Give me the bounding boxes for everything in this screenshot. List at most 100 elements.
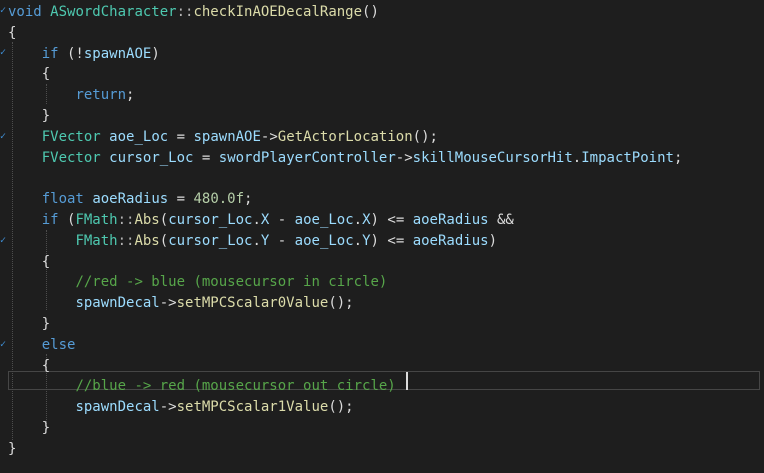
- code-token: ->: [395, 149, 413, 166]
- code-token: return: [75, 87, 127, 104]
- code-token: }: [8, 420, 51, 436]
- code-token: spawnAOE: [83, 45, 152, 62]
- code-line[interactable]: {: [0, 356, 764, 376]
- code-token: ();: [328, 295, 354, 312]
- code-token: Y: [362, 232, 371, 249]
- code-token: ();: [412, 128, 438, 145]
- code-token: .: [252, 232, 261, 249]
- code-token: {: [8, 357, 51, 374]
- code-line[interactable]: }: [0, 314, 764, 334]
- code-token: ) <=: [370, 212, 413, 228]
- code-token: ImpactPoint: [581, 149, 674, 166]
- code-token: .: [353, 232, 363, 249]
- code-token: if: [41, 45, 59, 62]
- code-token: ;: [126, 87, 135, 104]
- code-line[interactable]: return;: [0, 85, 764, 105]
- code-token: (!: [58, 45, 84, 62]
- code-line[interactable]: {: [0, 252, 764, 272]
- code-token: ->: [159, 399, 177, 416]
- code-line[interactable]: void ASwordCharacter::checkInAOEDecalRan…: [0, 2, 764, 22]
- code-token: cursor_Loc: [109, 149, 194, 166]
- code-token: setMPCScalar0Value: [176, 295, 329, 312]
- code-token: Abs: [134, 212, 160, 228]
- code-token: {: [8, 24, 17, 41]
- code-token: aoeRadius: [412, 212, 489, 228]
- code-token: FVector: [41, 128, 101, 145]
- code-token: else: [41, 336, 76, 353]
- code-token: ::: [176, 4, 194, 20]
- code-token: .: [572, 149, 582, 166]
- code-token: float: [41, 191, 84, 208]
- code-token: GetActorLocation: [277, 128, 413, 145]
- code-line[interactable]: //blue -> red (mousecursor out circle): [0, 376, 764, 396]
- code-token: aoe_Loc: [294, 212, 354, 228]
- code-token: -: [269, 232, 295, 249]
- code-token: (): [362, 4, 379, 20]
- code-token: ): [488, 232, 497, 249]
- code-line[interactable]: float aoeRadius = 480.0f;: [0, 189, 764, 209]
- code-token: aoe_Loc: [109, 128, 169, 145]
- code-line[interactable]: FMath::Abs(cursor_Loc.Y - aoe_Loc.Y) <= …: [0, 231, 764, 251]
- code-token: aoeRadius: [92, 191, 169, 208]
- code-token: Abs: [134, 232, 160, 249]
- code-token: ::: [117, 212, 135, 228]
- code-line[interactable]: spawnDecal->setMPCScalar1Value();: [0, 397, 764, 417]
- code-token: ;: [673, 149, 683, 166]
- code-line[interactable]: }: [0, 106, 764, 126]
- code-token: }: [8, 440, 17, 457]
- code-token: checkInAOEDecalRange: [193, 4, 363, 20]
- code-line[interactable]: FVector cursor_Loc = swordPlayerControll…: [0, 148, 764, 168]
- code-token: if: [41, 212, 59, 228]
- code-token: swordPlayerController: [218, 149, 396, 166]
- code-line[interactable]: spawnDecal->setMPCScalar0Value();: [0, 293, 764, 313]
- code-token: (: [58, 212, 76, 228]
- code-line[interactable]: }: [0, 418, 764, 438]
- code-editor[interactable]: ✓ ✓ ✓ ✓ ✓ void ASwordCharacter::checkInA…: [0, 0, 764, 473]
- code-line[interactable]: {: [0, 23, 764, 43]
- code-token: ): [151, 45, 160, 62]
- code-token: FMath: [75, 232, 118, 249]
- code-token: FVector: [41, 149, 101, 166]
- code-line[interactable]: [0, 168, 764, 188]
- code-line[interactable]: //red -> blue (mousecursor in circle): [0, 272, 764, 292]
- code-token: spawnAOE: [193, 128, 261, 145]
- code-token: (: [159, 232, 169, 249]
- code-line[interactable]: FVector aoe_Loc = spawnAOE->GetActorLoca…: [0, 127, 764, 147]
- code-token: -: [269, 212, 295, 228]
- code-token: (: [159, 212, 169, 228]
- code-token: ->: [260, 128, 278, 145]
- code-token: {: [8, 66, 51, 83]
- code-token: .: [353, 212, 363, 228]
- code-line[interactable]: {: [0, 64, 764, 84]
- code-token: aoeRadius: [412, 232, 489, 249]
- code-token: 480.0f: [193, 191, 245, 208]
- code-token: =: [168, 128, 194, 145]
- code-line[interactable]: if (FMath::Abs(cursor_Loc.X - aoe_Loc.X)…: [0, 210, 764, 230]
- code-token: =: [168, 191, 194, 208]
- code-token: void: [8, 4, 42, 20]
- code-token: FMath: [75, 212, 118, 228]
- code-token: cursor_Loc: [168, 212, 253, 228]
- code-line[interactable]: else: [0, 335, 764, 355]
- code-line[interactable]: if (!spawnAOE): [0, 44, 764, 64]
- code-token: X: [362, 212, 371, 228]
- code-token: ;: [244, 191, 253, 208]
- code-token: =: [193, 149, 219, 166]
- code-token: ();: [328, 399, 354, 416]
- code-line[interactable]: }: [0, 439, 764, 459]
- code-token: .: [252, 212, 261, 228]
- code-token: cursor_Loc: [168, 232, 253, 249]
- code-token: aoe_Loc: [294, 232, 354, 249]
